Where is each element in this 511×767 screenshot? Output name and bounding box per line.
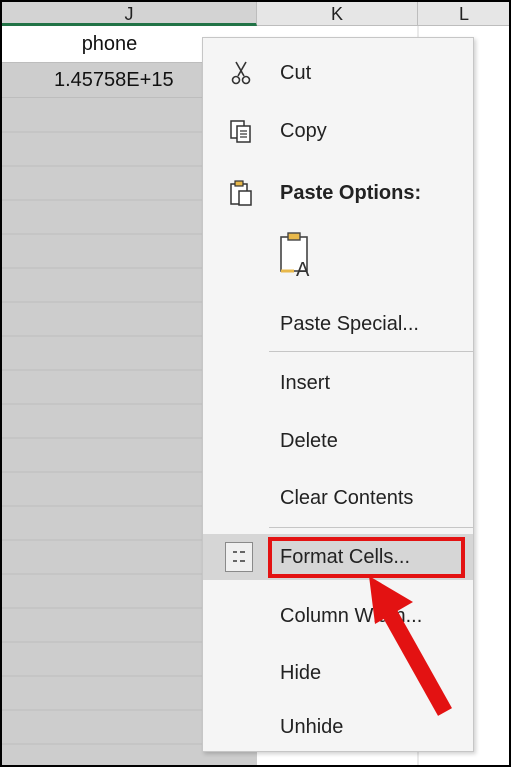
menu-item-unhide[interactable]: Unhide	[203, 704, 473, 750]
menu-item-delete[interactable]: Delete	[203, 418, 473, 464]
column-header-k[interactable]: K	[257, 2, 418, 26]
menu-separator	[269, 527, 473, 528]
menu-label-format-cells: Format Cells...	[280, 546, 411, 568]
clipboard-text-icon[interactable]: A	[278, 231, 318, 279]
spreadsheet-window: J K L phone 1.45758E+15 Cut Copy Paste O…	[0, 0, 511, 767]
column-header-l[interactable]: L	[418, 2, 509, 26]
format-cells-icon	[225, 542, 253, 572]
menu-label-delete: Delete	[280, 430, 338, 452]
menu-label-unhide: Unhide	[280, 716, 344, 738]
menu-label-paste-special: Paste Special...	[280, 313, 419, 335]
column-header-j[interactable]: J	[2, 2, 257, 26]
paste-icon	[230, 180, 252, 206]
menu-label-clear-contents: Clear Contents	[280, 487, 414, 509]
menu-item-paste-options: Paste Options:	[203, 170, 473, 216]
menu-label-insert: Insert	[280, 372, 331, 394]
scissors-icon	[231, 61, 251, 85]
menu-item-hide[interactable]: Hide	[203, 650, 473, 696]
menu-label-paste-options: Paste Options:	[280, 182, 422, 204]
menu-separator	[269, 351, 473, 352]
menu-item-column-width[interactable]: Column Width...	[203, 593, 473, 639]
context-menu: Cut Copy Paste Options: A Paste Special.…	[202, 37, 474, 752]
menu-item-paste-special[interactable]: Paste Special...	[203, 301, 473, 347]
menu-label-hide: Hide	[280, 662, 322, 684]
menu-item-insert[interactable]: Insert	[203, 360, 473, 406]
menu-label-cut: Cut	[280, 62, 312, 84]
copy-icon	[230, 120, 251, 143]
menu-item-cut[interactable]: Cut	[203, 50, 473, 96]
menu-label-column-width: Column Width...	[280, 605, 423, 627]
menu-item-copy[interactable]: Copy	[203, 108, 473, 154]
menu-label-copy: Copy	[280, 120, 327, 142]
menu-item-clear-contents[interactable]: Clear Contents	[203, 475, 473, 521]
svg-text:A: A	[296, 259, 310, 279]
menu-item-format-cells[interactable]: Format Cells...	[203, 534, 473, 580]
